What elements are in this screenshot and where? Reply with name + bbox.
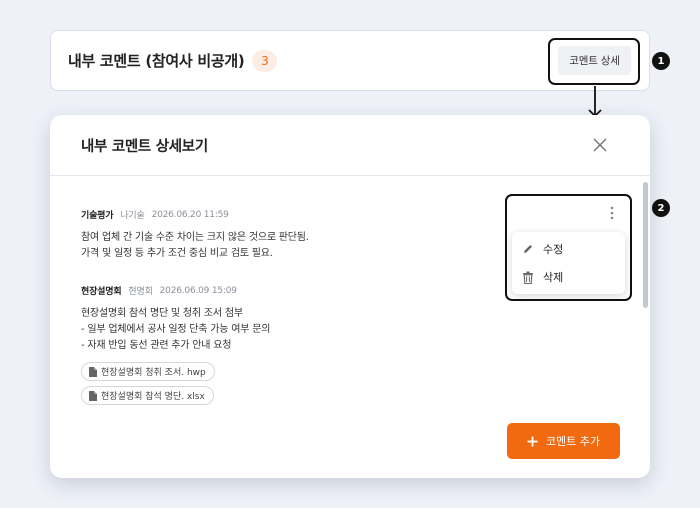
comment-line: 가격 및 일정 등 추가 조건 중심 비교 검토 필요. (81, 248, 273, 259)
modal-title: 내부 코멘트 상세보기 (81, 138, 208, 155)
comment-item: 현장설명회 현명회 2026.06.09 15:09 현장설명회 참석 명단 및… (81, 284, 270, 405)
comment-meta: 현장설명회 현명회 2026.06.09 15:09 (81, 284, 270, 298)
comment-date: 2026.06.20 11:59 (151, 209, 229, 220)
attachment-name: 현장설명회 청취 조서. hwp (101, 368, 206, 378)
comment-detail-button[interactable]: 코멘트 상세 (558, 46, 631, 75)
modal-header: 내부 코멘트 상세보기 (50, 115, 650, 176)
close-icon[interactable] (592, 137, 608, 153)
menu-item-delete[interactable]: 삭제 (512, 263, 625, 291)
comment-date: 2026.06.09 15:09 (159, 285, 237, 296)
comment-item: 기술평가 나기술 2026.06.20 11:59 참여 업체 간 기술 수준 … (81, 208, 309, 262)
kebab-icon[interactable] (606, 205, 618, 221)
step-marker-1: 1 (652, 52, 670, 70)
attachment-chip[interactable]: 현장설명회 참석 명단. xlsx (81, 386, 214, 405)
comment-meta: 기술평가 나기술 2026.06.20 11:59 (81, 208, 309, 222)
menu-item-label: 삭제 (543, 271, 564, 284)
summary-title: 내부 코멘트 (참여사 비공개) (68, 52, 245, 70)
menu-item-label: 수정 (543, 243, 564, 256)
comment-action-menu: 수정 삭제 (512, 232, 625, 294)
comment-body: 참여 업체 간 기술 수준 차이는 크지 않은 것으로 판단됨. 가격 및 일정… (81, 230, 309, 262)
add-comment-button[interactable]: 코멘트 추가 (507, 423, 620, 459)
menu-item-edit[interactable]: 수정 (512, 235, 625, 263)
comment-count-badge: 3 (252, 49, 278, 72)
comment-author: 현명회 (128, 287, 153, 297)
comment-category: 현장설명회 (81, 287, 122, 297)
attachment-name: 현장설명회 참석 명단. xlsx (101, 392, 205, 402)
plus-icon (527, 436, 538, 446)
comment-author: 나기술 (120, 211, 145, 221)
scrollbar-thumb[interactable] (643, 182, 648, 308)
trash-icon (523, 271, 533, 284)
attachment-list: 현장설명회 청취 조서. hwp 현장설명회 참석 명단. xlsx (81, 362, 270, 405)
step-marker-2: 2 (652, 199, 670, 217)
attachment-chip[interactable]: 현장설명회 청취 조서. hwp (81, 362, 215, 381)
comment-line: 참여 업체 간 기술 수준 차이는 크지 않은 것으로 판단됨. (81, 232, 309, 243)
comment-line: - 일부 업체에서 공사 일정 단축 가능 여부 문의 (81, 324, 271, 335)
comment-line: 현장설명회 참석 명단 및 청취 조서 첨부 (81, 308, 243, 319)
comment-body: 현장설명회 참석 명단 및 청취 조서 첨부 - 일부 업체에서 공사 일정 단… (81, 306, 270, 354)
add-comment-label: 코멘트 추가 (545, 435, 601, 448)
comment-line: - 자재 반입 동선 관련 추가 안내 요청 (81, 340, 232, 351)
file-icon (89, 366, 97, 377)
file-icon (89, 390, 97, 401)
comment-category: 기술평가 (81, 211, 114, 221)
pencil-icon (524, 245, 532, 253)
